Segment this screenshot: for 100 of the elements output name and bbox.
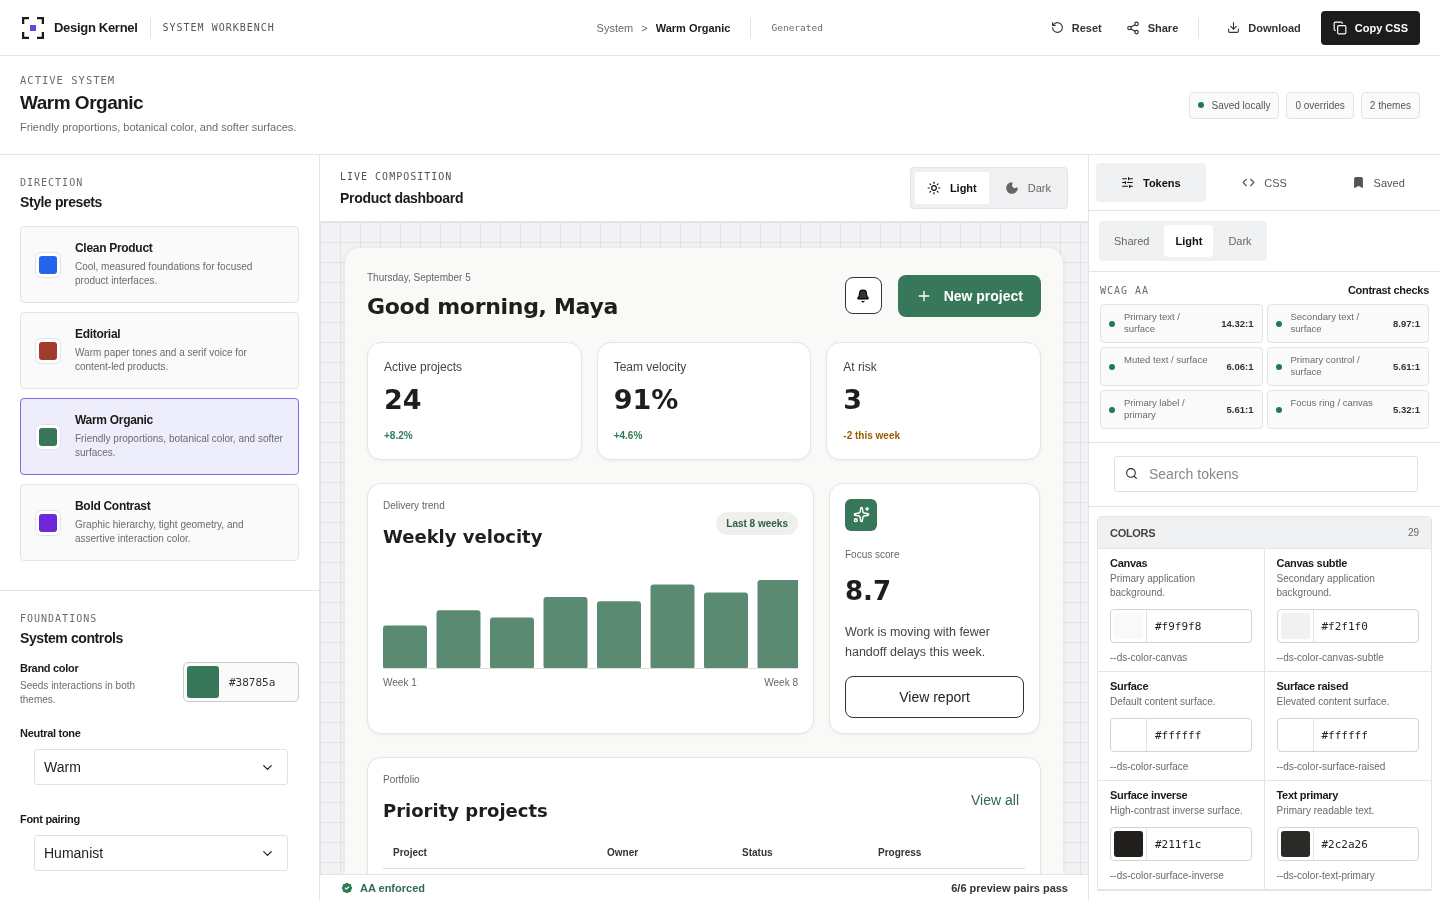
copy-icon bbox=[1332, 20, 1347, 35]
view-all-link[interactable]: View all bbox=[971, 791, 1019, 808]
preset-description: Graphic hierarchy, tight geometry, and assertive interaction color. bbox=[75, 518, 245, 546]
check-label: Secondary text / surface bbox=[1290, 310, 1361, 337]
token-value-field[interactable]: #f9f9f8 bbox=[1110, 609, 1252, 643]
column-header: Project bbox=[393, 846, 428, 858]
token-variable: --ds-color-surface-inverse bbox=[1110, 869, 1225, 883]
preset-card[interactable]: Clean Product Cool, measured foundations for focused product interfaces. bbox=[20, 226, 299, 303]
token-name: Surface raised bbox=[1276, 680, 1350, 692]
copy-button[interactable]: Copy CSS bbox=[1320, 10, 1420, 45]
focus-text: Work is moving with fewer handoff delays this week. bbox=[845, 623, 991, 661]
inspector-tab[interactable]: CSS bbox=[1209, 163, 1320, 202]
share-button[interactable]: Share bbox=[1117, 13, 1187, 42]
stat-label: Team velocity bbox=[613, 359, 688, 376]
pairs-summary: 6/6 preview pairs pass bbox=[951, 881, 1068, 894]
count-badge: 0 overrides bbox=[1286, 91, 1354, 119]
system-description: Friendly proportions, botanical color, and softer surfaces. bbox=[20, 120, 298, 136]
contrast-ratio: 14.32:1 bbox=[1221, 318, 1254, 329]
sparkles-icon bbox=[845, 498, 877, 531]
section-title: Contrast checks bbox=[1347, 284, 1429, 296]
card-title: Weekly velocity bbox=[383, 525, 544, 547]
token-variable: --ds-color-surface bbox=[1110, 760, 1190, 774]
token-value-field[interactable]: #2c2a26 bbox=[1276, 827, 1419, 861]
card-eyebrow: Delivery trend bbox=[383, 499, 446, 511]
token-value-field[interactable]: #ffffff bbox=[1276, 718, 1419, 752]
token-value-field[interactable]: #ffffff bbox=[1110, 718, 1252, 752]
eyebrow-label: LIVE COMPOSITION bbox=[340, 170, 454, 182]
brand-color-field[interactable]: #38785a bbox=[183, 662, 299, 702]
section-title: Style presets bbox=[20, 194, 103, 210]
code-icon bbox=[1242, 176, 1256, 189]
breadcrumb-item[interactable]: System bbox=[596, 21, 634, 34]
column-header: Status bbox=[742, 846, 774, 858]
download-button[interactable]: Download bbox=[1219, 13, 1309, 42]
download-icon bbox=[1227, 21, 1241, 34]
view-report-button[interactable]: View report bbox=[845, 675, 1024, 718]
reset-icon bbox=[1050, 21, 1064, 34]
stat-value: 3 bbox=[843, 383, 864, 415]
system-title: Warm Organic bbox=[20, 92, 145, 115]
sun-icon bbox=[926, 181, 941, 195]
mode-tab[interactable]: Dark bbox=[992, 172, 1063, 204]
token-variable: --ds-color-canvas bbox=[1110, 651, 1189, 665]
bookmark-icon bbox=[1351, 176, 1365, 189]
token-variable: --ds-color-surface-raised bbox=[1276, 760, 1387, 774]
contrast-ratio: 6.06:1 bbox=[1226, 361, 1254, 372]
breadcrumb-separator: > bbox=[641, 21, 648, 34]
workbench-label: SYSTEM WORKBENCH bbox=[162, 22, 275, 33]
column-header: Progress bbox=[878, 846, 923, 858]
check-label: Primary label / primary bbox=[1124, 396, 1186, 423]
field-label: Brand color bbox=[20, 662, 80, 674]
mode-tab[interactable]: Light bbox=[914, 172, 989, 204]
date-label: Thursday, September 5 bbox=[367, 272, 472, 283]
logo-icon bbox=[22, 16, 44, 39]
preset-card[interactable]: Editorial Warm paper tones and a serif voice for content-led products. bbox=[20, 312, 299, 389]
count-badge: 2 themes bbox=[1360, 91, 1420, 119]
greeting-title: Good morning, Maya bbox=[367, 294, 620, 319]
contrast-ratio: 5.61:1 bbox=[1393, 361, 1420, 372]
moon-icon bbox=[1004, 181, 1019, 195]
card-eyebrow: Focus score bbox=[845, 548, 901, 560]
share-icon bbox=[1125, 20, 1140, 35]
status-badge: Saved locally bbox=[1189, 91, 1280, 119]
theme-tab[interactable]: Dark bbox=[1217, 225, 1263, 257]
sliders-icon bbox=[1121, 176, 1134, 189]
token-name: Text primary bbox=[1276, 789, 1340, 801]
check-label: Focus ring / canvas bbox=[1290, 396, 1374, 410]
preset-name: Editorial bbox=[75, 327, 122, 341]
stat-value: 24 bbox=[384, 383, 423, 415]
select-field[interactable]: Humanist bbox=[34, 835, 288, 871]
field-label: Neutral tone bbox=[20, 727, 82, 739]
stat-label: At risk bbox=[843, 359, 878, 376]
token-value-field[interactable]: #f2f1f0 bbox=[1276, 609, 1419, 643]
notifications-button[interactable] bbox=[844, 277, 882, 314]
search-field[interactable]: Search tokens bbox=[1114, 456, 1418, 492]
range-badge: Last 8 weeks bbox=[716, 511, 798, 535]
search-icon bbox=[1125, 467, 1138, 480]
token-description: Elevated content surface. bbox=[1276, 695, 1391, 709]
check-badge-icon bbox=[340, 880, 354, 895]
preset-card[interactable]: Bold Contrast Graphic hierarchy, tight geometry, and assertive interaction color. bbox=[20, 484, 299, 561]
check-label: Primary control / surface bbox=[1290, 353, 1361, 380]
new-project-button[interactable]: New project bbox=[897, 274, 1041, 317]
theme-tab[interactable]: Light bbox=[1164, 225, 1214, 257]
axis-label: Week 8 bbox=[764, 676, 798, 688]
token-description: Primary readable text. bbox=[1276, 804, 1376, 818]
stat-delta: -2 this week bbox=[843, 429, 901, 441]
theme-tab[interactable]: Shared bbox=[1103, 225, 1161, 257]
token-name: Canvas subtle bbox=[1276, 557, 1349, 569]
preset-card[interactable]: Warm Organic Friendly proportions, botanical color, and softer surfaces. bbox=[20, 398, 299, 475]
reset-button[interactable]: Reset bbox=[1042, 13, 1110, 42]
preset-name: Clean Product bbox=[75, 241, 154, 255]
eyebrow-label: WCAG AA bbox=[1100, 284, 1150, 296]
inspector-tab[interactable]: Tokens bbox=[1096, 163, 1206, 202]
select-field[interactable]: Warm bbox=[34, 749, 288, 785]
breadcrumb-item[interactable]: Warm Organic bbox=[655, 21, 731, 34]
column-header: Owner bbox=[607, 846, 640, 858]
color-chip bbox=[187, 666, 219, 698]
token-description: Secondary application background. bbox=[1276, 572, 1376, 600]
field-label: Font pairing bbox=[20, 813, 81, 825]
token-name: Surface inverse bbox=[1110, 789, 1189, 801]
inspector-tab[interactable]: Saved bbox=[1323, 163, 1433, 202]
aa-status: AA enforced bbox=[360, 881, 425, 894]
token-value-field[interactable]: #211f1c bbox=[1110, 827, 1252, 861]
